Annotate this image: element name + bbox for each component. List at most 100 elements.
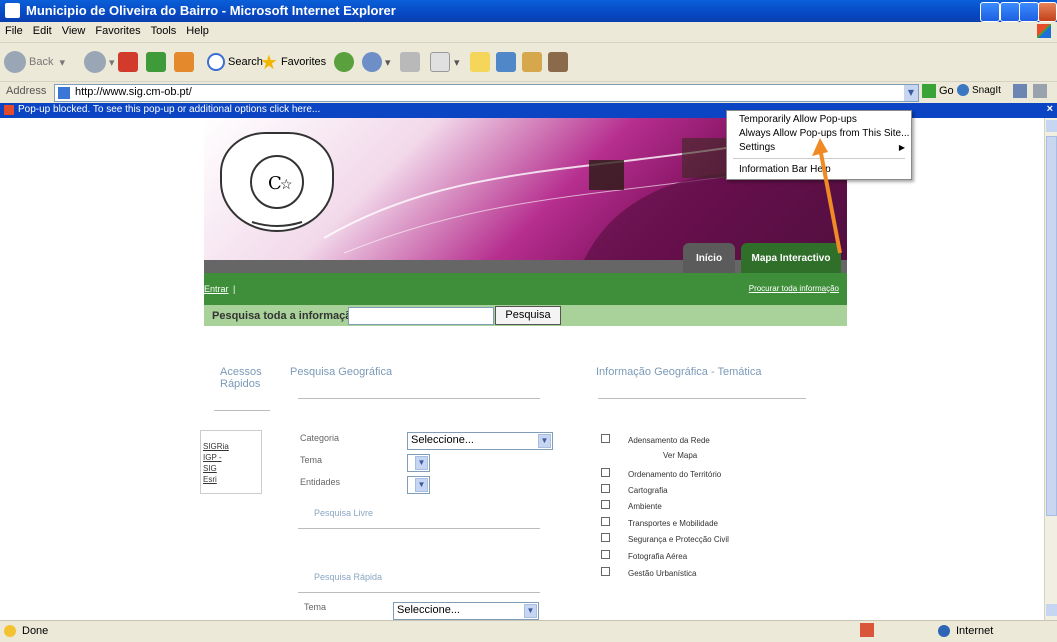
research-button[interactable] xyxy=(522,49,542,75)
search-icon xyxy=(207,53,225,71)
search-button[interactable]: Search xyxy=(207,49,263,75)
chevron-down-icon: ▼ xyxy=(415,478,428,492)
print-button[interactable] xyxy=(400,49,420,75)
acessos-title: Acessos Rápidos xyxy=(220,366,262,390)
link-esri[interactable]: Esri xyxy=(203,474,261,485)
tema2-label: Tema xyxy=(304,602,327,612)
print-icon xyxy=(400,52,420,72)
scroll-up-arrow[interactable] xyxy=(1046,120,1057,132)
geo-title: Pesquisa Geográfica xyxy=(290,366,393,378)
stop-button[interactable] xyxy=(118,49,138,75)
menu-item-temporarily-allow[interactable]: Temporarily Allow Pop-ups xyxy=(739,114,857,125)
favorites-button[interactable]: ★ Favorites xyxy=(260,49,326,75)
tools-icon xyxy=(548,52,568,72)
messenger-icon xyxy=(496,52,516,72)
tree-item-ordenamento[interactable]: Ordenamento do Território xyxy=(601,468,721,479)
snagit-button[interactable]: SnagIt xyxy=(957,84,1001,96)
back-arrow-icon xyxy=(4,51,26,73)
menu-file[interactable]: File xyxy=(0,22,28,37)
tree-item-ambiente[interactable]: Ambiente xyxy=(601,500,662,511)
discuss-icon xyxy=(470,52,490,72)
tree-item-fotografia[interactable]: Fotografia Aérea xyxy=(601,550,687,561)
menu-bar: File Edit View Favorites Tools Help xyxy=(0,22,1057,43)
menu-favorites[interactable]: Favorites xyxy=(90,22,145,37)
done-icon xyxy=(4,625,16,637)
edit-button[interactable]: ▾ xyxy=(430,49,460,75)
link-sigria[interactable]: SIGRia xyxy=(203,441,261,452)
info-title: Informação Geográfica - Temática xyxy=(596,366,762,378)
zone-text: Internet xyxy=(956,625,994,637)
popup-blocked-status-icon[interactable] xyxy=(860,623,874,637)
star-icon: ★ xyxy=(260,51,278,74)
chevron-down-icon: ▾ xyxy=(454,56,460,69)
close-button[interactable] xyxy=(1038,2,1057,22)
vertical-scrollbar[interactable] xyxy=(1044,118,1057,620)
close-icon[interactable]: × xyxy=(1047,103,1053,115)
address-dropdown-arrow[interactable]: ▼ xyxy=(904,85,918,101)
tab-inicio[interactable]: Início xyxy=(683,243,735,273)
menu-tools[interactable]: Tools xyxy=(146,22,182,37)
address-input[interactable]: http://www.sig.cm-ob.pt/ ▼ xyxy=(54,84,919,102)
procurar-link[interactable]: Procurar toda informação xyxy=(749,284,839,293)
site-green-bar: Entrar | Procurar toda informação xyxy=(204,273,847,305)
status-text: Done xyxy=(22,625,49,637)
site-search-button[interactable]: Pesquisa xyxy=(495,306,561,325)
tree-item-gestao[interactable]: Gestão Urbanística xyxy=(601,567,696,578)
back-button[interactable]: Back ▾ xyxy=(4,49,65,75)
snagit-label: SnagIt xyxy=(972,84,1001,96)
snagit-capture-icon[interactable] xyxy=(1013,84,1027,98)
windows-logo-icon xyxy=(1037,24,1051,38)
tema2-select-value: Seleccione... xyxy=(397,604,460,616)
go-label: Go xyxy=(939,85,954,97)
back-label: Back xyxy=(29,56,54,68)
link-sig[interactable]: SIG xyxy=(203,463,261,474)
scroll-thumb[interactable] xyxy=(1046,136,1057,516)
mail-button[interactable]: ▾ xyxy=(362,49,391,75)
tile-button[interactable] xyxy=(980,2,1000,22)
messenger-button[interactable] xyxy=(496,49,516,75)
home-button[interactable] xyxy=(174,49,194,75)
menu-help[interactable]: Help xyxy=(181,22,214,37)
tree-item-transportes[interactable]: Transportes e Mobilidade xyxy=(601,517,718,528)
tree-item-cartografia[interactable]: Cartografia xyxy=(601,484,668,495)
stop-icon xyxy=(118,52,138,72)
window-title: Municipio de Oliveira do Bairro - Micros… xyxy=(26,3,396,18)
mail-icon xyxy=(362,52,382,72)
site-search-input[interactable] xyxy=(348,307,494,325)
annotation-arrow-icon xyxy=(812,138,842,254)
history-button[interactable] xyxy=(334,49,357,75)
entrar-link[interactable]: Entrar xyxy=(204,284,229,294)
snagit-icon xyxy=(957,84,969,96)
tools-button[interactable] xyxy=(548,49,568,75)
forward-button[interactable]: ▾ xyxy=(84,49,115,75)
submenu-arrow-icon: ▶ xyxy=(898,143,905,152)
search-label: Pesquisa toda a informação: xyxy=(212,310,362,322)
categoria-select[interactable]: Seleccione... ▼ xyxy=(407,432,553,450)
address-url: http://www.sig.cm-ob.pt/ xyxy=(75,86,192,98)
menu-view[interactable]: View xyxy=(57,22,91,37)
ie-icon xyxy=(5,3,20,18)
scroll-down-arrow[interactable] xyxy=(1046,604,1057,616)
refresh-button[interactable] xyxy=(146,49,166,75)
tema2-select[interactable]: Seleccione... ▼ xyxy=(393,602,539,620)
entidades-select[interactable]: ▼ xyxy=(407,476,430,494)
internet-zone-icon xyxy=(938,625,950,637)
forward-arrow-icon xyxy=(84,51,106,73)
home-icon xyxy=(174,52,194,72)
menu-edit[interactable]: Edit xyxy=(28,22,57,37)
snagit-window-icon[interactable] xyxy=(1033,84,1047,98)
minimize-button[interactable] xyxy=(1000,2,1020,22)
link-igp[interactable]: IGP - xyxy=(203,452,261,463)
tree-item-ver-mapa[interactable]: Ver Mapa xyxy=(663,451,697,460)
discuss-button[interactable] xyxy=(470,49,490,75)
chevron-down-icon: ▼ xyxy=(538,434,551,448)
research-icon xyxy=(522,52,542,72)
tree-item-adensamento[interactable]: Adensamento da Rede xyxy=(601,434,710,445)
tree-item-seguranca[interactable]: Segurança e Protecção Civil xyxy=(601,533,729,544)
popup-blocked-icon xyxy=(4,105,14,115)
menu-item-settings[interactable]: Settings xyxy=(739,142,775,153)
tema-select[interactable]: ▼ xyxy=(407,454,430,472)
go-button[interactable]: Go xyxy=(922,84,954,98)
site-search-bar: Pesquisa toda a informação: Pesquisa xyxy=(204,305,847,326)
maximize-button[interactable] xyxy=(1019,2,1039,22)
